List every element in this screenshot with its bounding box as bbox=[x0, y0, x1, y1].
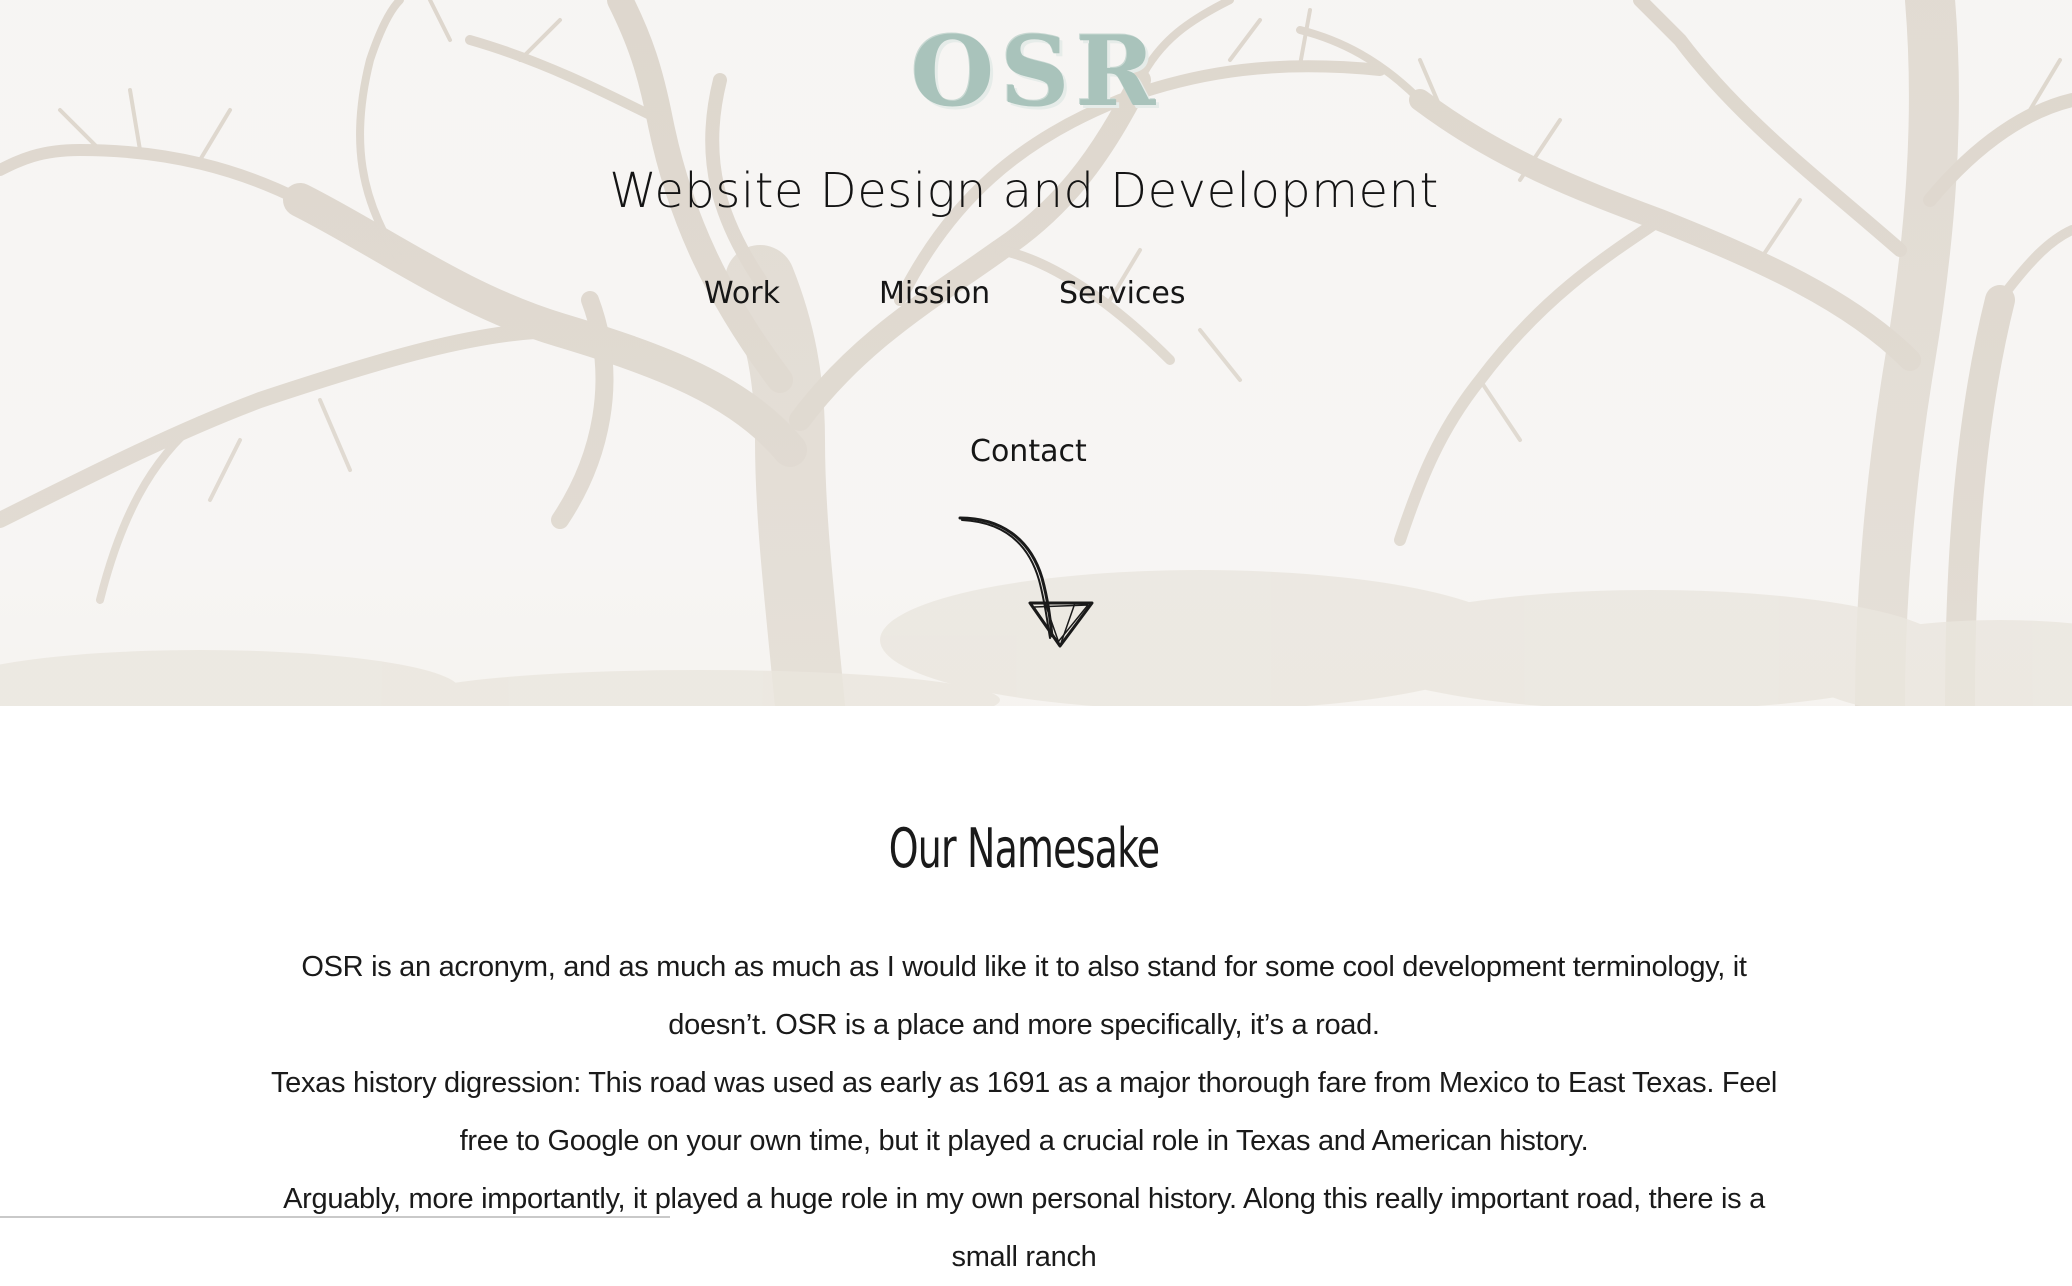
horizontal-scrollbar[interactable] bbox=[0, 1216, 670, 1218]
nav-link-services[interactable]: Services bbox=[1059, 276, 1186, 311]
section-body: OSR is an acronym, and as much as much a… bbox=[270, 938, 1778, 1286]
paragraph: OSR is an acronym, and as much as much a… bbox=[301, 951, 1747, 1041]
namesake-section: Our Namesake OSR is an acronym, and as m… bbox=[0, 706, 2072, 1273]
section-title: Our Namesake bbox=[888, 816, 1160, 880]
nav-link-work[interactable]: Work bbox=[704, 276, 780, 311]
site-logo[interactable]: OSR bbox=[0, 24, 2072, 120]
site-tagline: Website Design and Development bbox=[609, 163, 1439, 219]
hero-section: OSR Website Design and Development Work … bbox=[0, 0, 2072, 706]
nav-link-contact[interactable]: Contact bbox=[970, 434, 1087, 469]
nav-link-mission[interactable]: Mission bbox=[879, 276, 990, 311]
hand-drawn-down-arrow-icon[interactable] bbox=[950, 508, 1100, 658]
paragraph: Arguably, more importantly, it played a … bbox=[283, 1183, 1765, 1273]
paragraph: Texas history digression: This road was … bbox=[270, 1067, 1778, 1157]
